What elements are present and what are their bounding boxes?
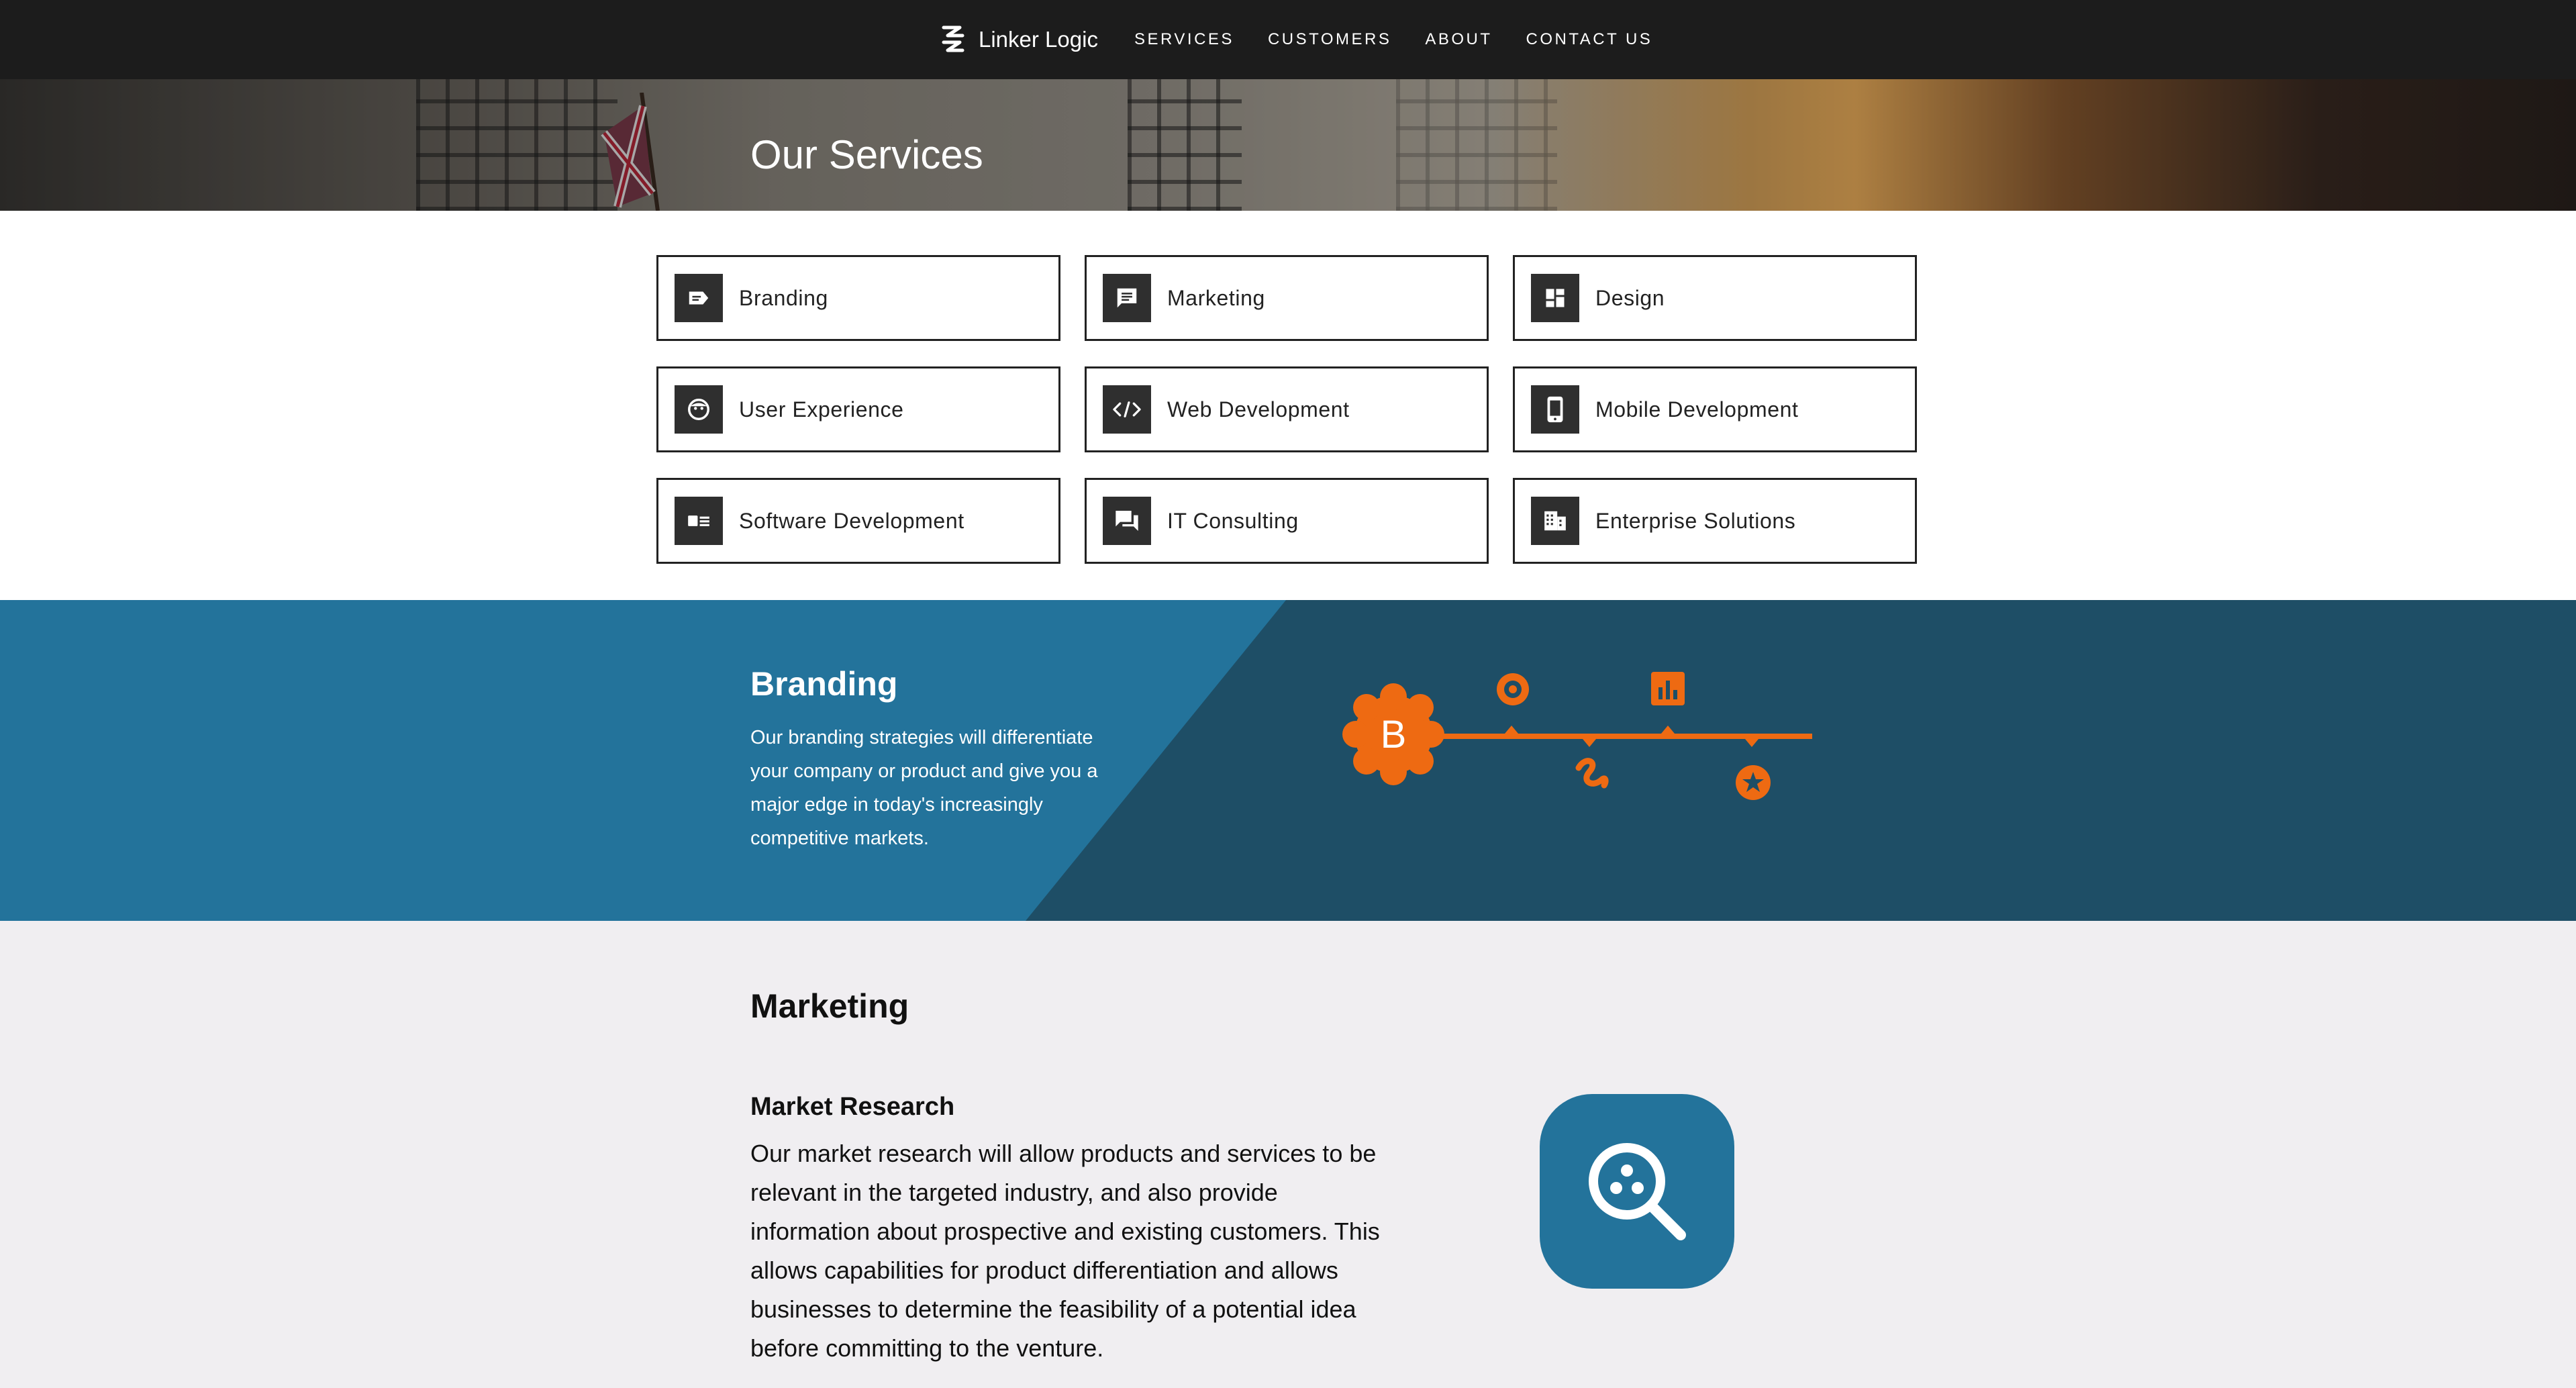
brand-link[interactable]: Linker Logic — [940, 21, 1098, 58]
service-label: Branding — [739, 285, 828, 310]
page-title: Our Services — [750, 132, 983, 177]
timeline-pointer — [1661, 726, 1675, 734]
branding-title: Branding — [750, 665, 898, 703]
timeline-line — [1416, 734, 1812, 739]
star-icon — [1736, 765, 1771, 800]
dashboard-icon — [1531, 274, 1579, 322]
service-label: Enterprise Solutions — [1595, 508, 1796, 533]
nav-links: SERVICES CUSTOMERS ABOUT CONTACT US — [1134, 0, 1652, 79]
squiggle-icon — [1575, 758, 1609, 789]
service-grid: Branding Marketing Design User Experienc… — [656, 255, 1917, 564]
forum-icon — [1103, 497, 1151, 545]
service-card-user-experience[interactable]: User Experience — [656, 366, 1060, 452]
building-icon — [1531, 497, 1579, 545]
branding-description: Our branding strategies will differentia… — [750, 727, 1098, 849]
hero-banner: Our Services — [0, 79, 2576, 211]
branding-section: Branding Our branding strategies will di… — [0, 600, 2576, 921]
service-label: Web Development — [1167, 397, 1350, 422]
service-card-enterprise-solutions[interactable]: Enterprise Solutions — [1513, 478, 1917, 564]
linker-logic-logo-icon — [942, 26, 964, 52]
service-label: Mobile Development — [1595, 397, 1799, 422]
timeline-pointer — [1505, 726, 1518, 734]
timeline-pointer — [1745, 739, 1758, 747]
service-label: IT Consulting — [1167, 508, 1299, 533]
target-icon — [1497, 673, 1529, 705]
service-card-software-development[interactable]: Software Development — [656, 478, 1060, 564]
marketing-section: Marketing Market Research Our market res… — [0, 921, 2576, 1388]
nav-link-services[interactable]: SERVICES — [1134, 30, 1234, 49]
service-label: User Experience — [739, 397, 904, 422]
service-label: Design — [1595, 285, 1665, 310]
software-icon — [675, 497, 723, 545]
service-card-it-consulting[interactable]: IT Consulting — [1085, 478, 1489, 564]
market-research-icon-tile — [1540, 1094, 1734, 1289]
nav-link-customers[interactable]: CUSTOMERS — [1268, 30, 1391, 49]
service-card-web-development[interactable]: Web Development — [1085, 366, 1489, 452]
service-card-design[interactable]: Design — [1513, 255, 1917, 341]
chat-icon — [1103, 274, 1151, 322]
marketing-title: Marketing — [750, 987, 909, 1025]
service-card-marketing[interactable]: Marketing — [1085, 255, 1489, 341]
service-card-mobile-development[interactable]: Mobile Development — [1513, 366, 1917, 452]
brand-name: Linker Logic — [979, 27, 1098, 52]
hero-overlay — [0, 79, 2576, 211]
branding-timeline-illustration: B — [1342, 672, 1812, 800]
service-label: Marketing — [1167, 285, 1265, 310]
market-research-title: Market Research — [750, 1093, 955, 1121]
smartphone-icon — [1531, 385, 1579, 434]
service-card-branding[interactable]: Branding — [656, 255, 1060, 341]
bar-chart-icon — [1651, 672, 1685, 705]
badge-letter: B — [1381, 713, 1407, 756]
label-icon — [675, 274, 723, 322]
timeline-pointer — [1583, 739, 1596, 747]
search-icon — [1589, 1143, 1686, 1240]
service-label: Software Development — [739, 508, 964, 533]
market-research-text: Our market research will allow products … — [750, 1140, 1380, 1362]
top-navbar: Linker Logic SERVICES CUSTOMERS ABOUT CO… — [0, 0, 2576, 79]
badge-icon: B — [1342, 683, 1444, 785]
nav-link-contact-us[interactable]: CONTACT US — [1526, 30, 1653, 49]
face-icon — [675, 385, 723, 434]
nav-link-about[interactable]: ABOUT — [1425, 30, 1492, 49]
code-icon — [1103, 385, 1151, 434]
